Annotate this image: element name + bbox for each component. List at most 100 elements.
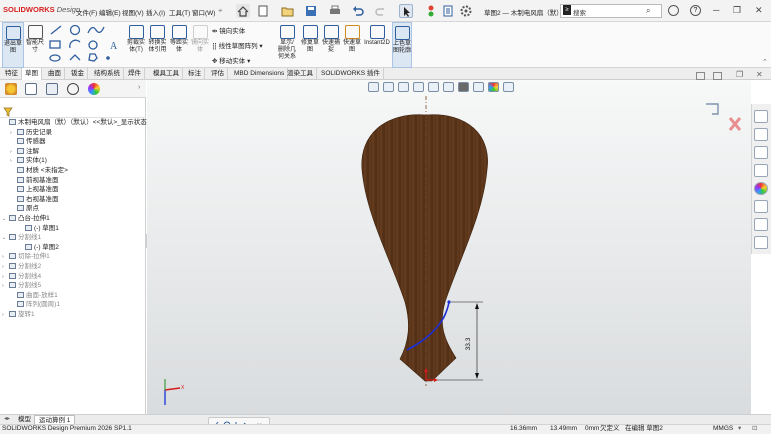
menu-file[interactable]: 文件(F) bbox=[76, 7, 97, 17]
home-icon[interactable] bbox=[236, 4, 250, 18]
convert-entities-button[interactable]: 转换实 体引用 bbox=[147, 22, 168, 68]
undo-icon[interactable] bbox=[351, 4, 365, 18]
tab-sketch[interactable]: 草图 bbox=[22, 68, 42, 80]
tree-item[interactable]: 传感器 bbox=[10, 138, 46, 146]
tab-model[interactable]: 模型 bbox=[14, 415, 35, 424]
tree-expand-arrow-icon[interactable]: › bbox=[2, 273, 9, 281]
expand-panel-arrow-icon[interactable]: › bbox=[138, 84, 140, 91]
viewport-close-button[interactable]: ✕ bbox=[756, 70, 763, 79]
search-scope-icon[interactable]: ≥ bbox=[563, 5, 571, 15]
tab-weldments[interactable]: 焊件 bbox=[125, 68, 145, 80]
rebuild-icon[interactable] bbox=[424, 4, 438, 18]
help-icon[interactable]: ? bbox=[690, 5, 701, 16]
menu-view[interactable]: 视图(V) bbox=[122, 7, 144, 17]
tree-expand-arrow-icon[interactable]: ⌄ bbox=[2, 234, 9, 242]
rapid-sketch-button[interactable]: 快速草 图 bbox=[342, 22, 362, 68]
tree-item[interactable]: 上视基准面 bbox=[10, 186, 59, 194]
tree-expand-arrow-icon[interactable]: › bbox=[2, 311, 9, 319]
trim-entities-button[interactable]: 剪裁实 体(T) bbox=[126, 22, 146, 68]
tree-item[interactable]: 曲面-放样1 bbox=[10, 291, 58, 300]
redo-icon[interactable] bbox=[374, 4, 388, 18]
solidworks-logo[interactable]: SOLIDWORKS Design bbox=[3, 5, 80, 14]
linear-pattern-button[interactable]: ⣿ 线性草图阵列 ▾ bbox=[212, 40, 263, 50]
tree-item[interactable]: 木制电风扇（默）（默认）<<默认>_显示状态 1> bbox=[2, 119, 156, 127]
tab-structure-system[interactable]: 结构系统 bbox=[91, 68, 124, 80]
tree-expand-arrow-icon[interactable]: › bbox=[10, 157, 17, 165]
instant2d-button[interactable]: Instant2D bbox=[363, 22, 391, 68]
menu-window[interactable]: 窗口(W) bbox=[192, 7, 215, 17]
viewport-restore-button[interactable]: ❐ bbox=[736, 70, 743, 79]
tab-surfaces[interactable]: 曲面 bbox=[45, 68, 65, 80]
notification-icon[interactable]: ⊡ bbox=[752, 425, 757, 433]
tree-expand-arrow-icon[interactable]: › bbox=[2, 253, 9, 261]
exit-sketch-button[interactable]: 退出草 图 bbox=[2, 22, 24, 68]
model-viewport[interactable]: 33.3 X bbox=[147, 80, 751, 414]
solidworks-resources-icon[interactable] bbox=[754, 110, 768, 123]
shaded-sketch-contours-button[interactable]: 上色草 图轮廓 bbox=[392, 22, 412, 68]
tree-item[interactable]: › 分割线4 bbox=[2, 272, 41, 281]
repair-sketch-button[interactable]: 修复草 图 bbox=[300, 22, 320, 68]
tab-render-tools[interactable]: 渲染工具 bbox=[284, 68, 317, 80]
tree-item[interactable]: 前视基准面 bbox=[10, 176, 59, 185]
tab-evaluate[interactable]: 评估 bbox=[208, 68, 228, 80]
property-manager-tab-icon[interactable] bbox=[25, 83, 37, 95]
configuration-manager-tab-icon[interactable] bbox=[46, 83, 58, 95]
new-document-icon[interactable] bbox=[256, 4, 270, 18]
smart-dimension-button[interactable]: 智能尺 寸 bbox=[25, 22, 45, 68]
viewport-split-icon[interactable] bbox=[713, 72, 722, 80]
print-icon[interactable] bbox=[328, 4, 342, 18]
sketch-entities-icons[interactable]: A bbox=[48, 24, 124, 64]
menu-tools[interactable]: 工具(T) bbox=[169, 7, 190, 17]
tree-expand-arrow-icon[interactable]: › bbox=[10, 148, 17, 156]
dimension-value[interactable]: 33.3 bbox=[465, 337, 472, 350]
account-icon[interactable] bbox=[668, 5, 679, 16]
solidworks-addins-icon[interactable] bbox=[754, 236, 768, 249]
collapse-ribbon-icon[interactable]: ⌃ bbox=[762, 58, 768, 66]
display-manager-tab-icon[interactable] bbox=[88, 83, 100, 95]
tree-expand-arrow-icon[interactable]: › bbox=[10, 129, 17, 137]
tree-expand-arrow-icon[interactable]: › bbox=[2, 282, 9, 290]
tree-item[interactable]: (-) 草图2 bbox=[18, 243, 59, 252]
tree-item[interactable]: ⌄ 分割线1 bbox=[2, 234, 41, 242]
offset-entities-button[interactable]: 等距实 体 bbox=[169, 22, 189, 68]
appearances-icon[interactable] bbox=[754, 182, 768, 195]
tree-item[interactable]: › 分割线5 bbox=[2, 282, 41, 290]
tab-markup[interactable]: 标注 bbox=[185, 68, 205, 80]
file-explorer-icon[interactable] bbox=[754, 146, 768, 159]
tree-item[interactable]: 阵列(圆周)1 bbox=[10, 301, 60, 309]
feature-manager-tab-icon[interactable] bbox=[5, 83, 17, 95]
tree-item[interactable]: (-) 草图1 bbox=[18, 224, 59, 233]
mirror-entities-big-button[interactable]: 镜向实 体 bbox=[190, 22, 210, 68]
display-relations-button[interactable]: 显示/ 删除几 何关系 bbox=[275, 22, 299, 68]
tree-item[interactable]: › 历史记录 bbox=[10, 128, 52, 137]
tree-item[interactable]: › 分割线2 bbox=[2, 263, 41, 271]
pin-icon[interactable]: ⌖ bbox=[218, 6, 223, 16]
unit-system[interactable]: MMGS bbox=[713, 425, 733, 433]
select-pointer-icon[interactable] bbox=[399, 4, 413, 18]
mirror-entities-button[interactable]: ⇹ 镜向实体 bbox=[212, 25, 245, 35]
design-library-icon[interactable] bbox=[754, 128, 768, 141]
close-button[interactable]: ✕ bbox=[755, 5, 763, 16]
tree-item[interactable]: ⌄ 凸台-拉伸1 bbox=[2, 215, 50, 223]
tab-motion-study-1[interactable]: 运动算例 1 bbox=[34, 415, 76, 424]
minimize-button[interactable]: ─ bbox=[713, 5, 719, 15]
dimxpert-tab-icon[interactable] bbox=[67, 83, 79, 95]
tree-item[interactable]: 右视基准面 bbox=[10, 195, 59, 204]
tree-item[interactable]: 材质 <未指定> bbox=[10, 167, 68, 175]
quick-snaps-button[interactable]: 快速捕 捉 bbox=[321, 22, 341, 68]
unit-dropdown-icon[interactable]: ▾ bbox=[738, 425, 741, 433]
tree-expand-arrow-icon[interactable]: ⌄ bbox=[2, 215, 9, 223]
restore-button[interactable]: ❐ bbox=[733, 5, 741, 16]
search-input[interactable]: 搜索 bbox=[573, 7, 586, 17]
tree-item[interactable]: › 旋转1 bbox=[2, 311, 35, 319]
tree-item[interactable]: 原点 bbox=[10, 205, 39, 213]
menu-insert[interactable]: 插入(I) bbox=[146, 7, 165, 17]
view-palette-icon[interactable] bbox=[754, 164, 768, 177]
tree-item[interactable]: › 实体(1) bbox=[10, 157, 47, 165]
tree-expand-arrow-icon[interactable]: › bbox=[2, 263, 9, 271]
tab-sheet-metal[interactable]: 钣金 bbox=[68, 68, 88, 80]
open-folder-icon[interactable] bbox=[281, 4, 295, 18]
options-gear-icon[interactable] bbox=[459, 4, 473, 18]
sketch-endpoint[interactable] bbox=[447, 300, 451, 304]
tab-features[interactable]: 特征 bbox=[2, 68, 22, 80]
